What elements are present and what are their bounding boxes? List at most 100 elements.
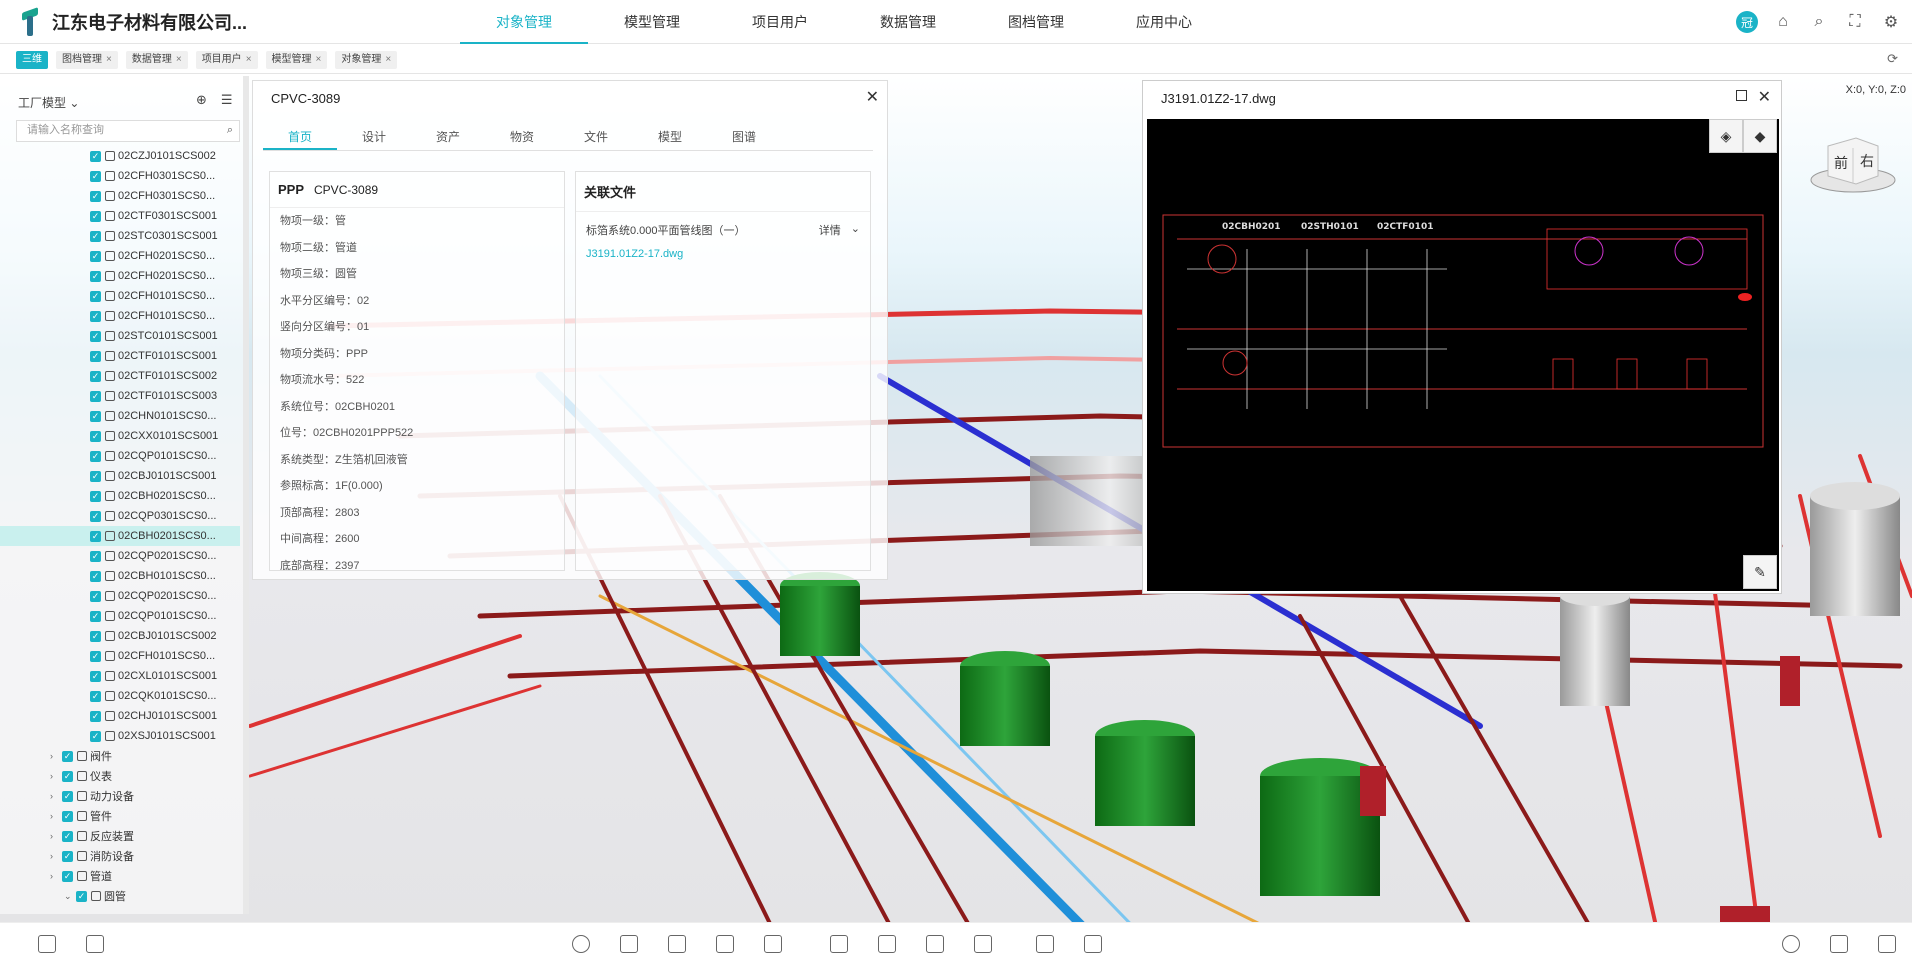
tree-item[interactable]: ✓ 02CQP0201SCS0... <box>0 546 240 566</box>
panel-tab[interactable]: 图谱 <box>707 123 781 150</box>
checkbox[interactable]: ✓ <box>90 730 101 742</box>
tab-drawings[interactable]: 图档管理 × <box>56 50 118 69</box>
tree-sub-item[interactable]: ⌄ ✓ 圆管 <box>0 886 240 906</box>
tree-item[interactable]: ✓ 02CTF0101SCS002 <box>0 366 240 386</box>
checkbox[interactable]: ✓ <box>62 830 73 842</box>
checkbox[interactable]: ✓ <box>90 670 101 682</box>
view-cube[interactable]: 前 右 <box>1808 128 1898 198</box>
tree-item[interactable]: ✓ 02CQP0301SCS0... <box>0 506 240 526</box>
sidebar-title[interactable]: 工厂模型 ⌄ <box>18 94 79 111</box>
checkbox[interactable]: ✓ <box>90 550 101 562</box>
checkbox[interactable]: ✓ <box>90 150 101 162</box>
tree-group[interactable]: › ✓ 消防设备 <box>0 846 240 866</box>
close-icon[interactable]: ✕ <box>866 87 879 107</box>
tree-item[interactable]: ✓ 02CFH0201SCS0... <box>0 246 240 266</box>
tree-group[interactable]: › ✓ 阀件 <box>0 746 240 766</box>
model-cube-icon[interactable] <box>86 935 104 953</box>
close-icon[interactable]: × <box>316 51 322 69</box>
explode-icon[interactable] <box>716 935 734 953</box>
checkbox[interactable]: ✓ <box>90 650 101 662</box>
tree-item[interactable]: ✓ 02CFH0101SCS0... <box>0 306 240 326</box>
chevron-down-icon[interactable]: ⌄ <box>64 891 74 902</box>
paint-bucket-icon[interactable]: ◆ <box>1743 119 1777 153</box>
fullscreen-icon[interactable]: ⛶ <box>1844 11 1866 33</box>
chevron-right-icon[interactable]: › <box>50 811 60 821</box>
sidebar-scrollbar[interactable] <box>243 76 249 914</box>
tree-item[interactable]: ✓ 02CTF0101SCS003 <box>0 386 240 406</box>
structure-icon[interactable] <box>974 935 992 953</box>
tree-item[interactable]: ✓ 02CTF0101SCS001 <box>0 346 240 366</box>
nav-project-users[interactable]: 项目用户 <box>716 0 844 44</box>
add-icon[interactable]: ⊕ <box>196 92 207 108</box>
tree-item[interactable]: ✓ 02CQP0101SCS0... <box>0 446 240 466</box>
tree-item[interactable]: ✓ 02CBJ0101SCS001 <box>0 466 240 486</box>
close-icon[interactable]: ✕ <box>1758 87 1771 107</box>
home-icon[interactable]: ⌂ <box>1772 11 1794 33</box>
checkbox[interactable]: ✓ <box>90 570 101 582</box>
checkbox[interactable]: ✓ <box>90 710 101 722</box>
tree-item[interactable]: ✓ 02CFH0301SCS0... <box>0 166 240 186</box>
related-file-link[interactable]: J3191.01Z2-17.dwg <box>576 248 870 260</box>
chevron-right-icon[interactable]: › <box>50 871 60 881</box>
close-icon[interactable]: × <box>176 51 182 69</box>
checkbox[interactable]: ✓ <box>90 190 101 202</box>
checkbox[interactable]: ✓ <box>90 430 101 442</box>
checkbox[interactable]: ✓ <box>90 530 101 542</box>
isolate-icon[interactable] <box>764 935 782 953</box>
collapse-list-icon[interactable]: ☰ <box>221 92 233 108</box>
checkbox[interactable]: ✓ <box>90 270 101 282</box>
layers-stack-icon[interactable] <box>38 935 56 953</box>
checkbox[interactable]: ✓ <box>90 490 101 502</box>
tab-models[interactable]: 模型管理 × <box>265 50 328 69</box>
close-icon[interactable]: × <box>246 51 252 69</box>
tab-data[interactable]: 数据管理 × <box>125 50 188 69</box>
checkbox[interactable]: ✓ <box>90 410 101 422</box>
checkbox[interactable]: ✓ <box>90 310 101 322</box>
checkbox[interactable]: ✓ <box>90 290 101 302</box>
tree-item[interactable]: ✓ 02CXL0101SCS001 <box>0 666 240 686</box>
search-icon[interactable]: ⌕ <box>227 124 233 137</box>
tree-item[interactable]: ✓ 02CQP0201SCS0... <box>0 586 240 606</box>
panel-tab[interactable]: 文件 <box>559 123 633 150</box>
map-icon[interactable] <box>1084 935 1102 953</box>
orbit-icon[interactable] <box>572 935 590 953</box>
checkbox[interactable]: ✓ <box>62 850 73 862</box>
search-input[interactable]: 请输入名称查询 ⌕ <box>16 120 240 142</box>
nav-drawing-management[interactable]: 图档管理 <box>972 0 1100 44</box>
tree-item[interactable]: ✓ 02CHJ0101SCS001 <box>0 706 240 726</box>
panel-tab[interactable]: 设计 <box>337 123 411 150</box>
measure-icon[interactable] <box>878 935 896 953</box>
user-avatar[interactable]: 冠 <box>1736 11 1758 33</box>
chevron-right-icon[interactable]: › <box>50 771 60 781</box>
tree-group[interactable]: › ✓ 管道 <box>0 866 240 886</box>
tab-3d[interactable]: 三维 <box>16 50 48 69</box>
checkbox[interactable]: ✓ <box>90 250 101 262</box>
tree-item[interactable]: ✓ 02CZJ0101SCS002 <box>0 146 240 166</box>
chevron-right-icon[interactable]: › <box>50 831 60 841</box>
nav-object-management[interactable]: 对象管理 <box>460 0 588 44</box>
panel-tab[interactable]: 资产 <box>411 123 485 150</box>
roaming-icon[interactable] <box>830 935 848 953</box>
tree-item[interactable]: ✓ 02CFH0101SCS0... <box>0 286 240 306</box>
close-icon[interactable]: × <box>106 51 112 69</box>
checkbox[interactable]: ✓ <box>62 870 73 882</box>
checkbox[interactable]: ✓ <box>90 350 101 362</box>
layers-icon[interactable]: ◈ <box>1709 119 1743 153</box>
checkbox[interactable]: ✓ <box>90 230 101 242</box>
elevation-icon[interactable] <box>926 935 944 953</box>
checkbox[interactable]: ✓ <box>90 510 101 522</box>
close-icon[interactable]: × <box>385 51 391 69</box>
edit-note-icon[interactable]: ✎ <box>1743 555 1777 589</box>
tree-item[interactable]: ✓ 02XSJ0101SCS001 <box>0 726 240 746</box>
checkbox[interactable]: ✓ <box>62 810 73 822</box>
tree-item[interactable]: ✓ 02CHN0101SCS0... <box>0 406 240 426</box>
location-icon[interactable] <box>1782 935 1800 953</box>
tree-item[interactable]: ✓ 02CQP0101SCS0... <box>0 606 240 626</box>
box-view-icon[interactable] <box>620 935 638 953</box>
tree-group[interactable]: › ✓ 仪表 <box>0 766 240 786</box>
tree-item[interactable]: ✓ 02CTF0301SCS001 <box>0 206 240 226</box>
tab-objects[interactable]: 对象管理 × <box>335 50 398 69</box>
tree-group[interactable]: › ✓ 管件 <box>0 806 240 826</box>
panel-tab[interactable]: 模型 <box>633 123 707 150</box>
tree-group[interactable]: › ✓ 动力设备 <box>0 786 240 806</box>
